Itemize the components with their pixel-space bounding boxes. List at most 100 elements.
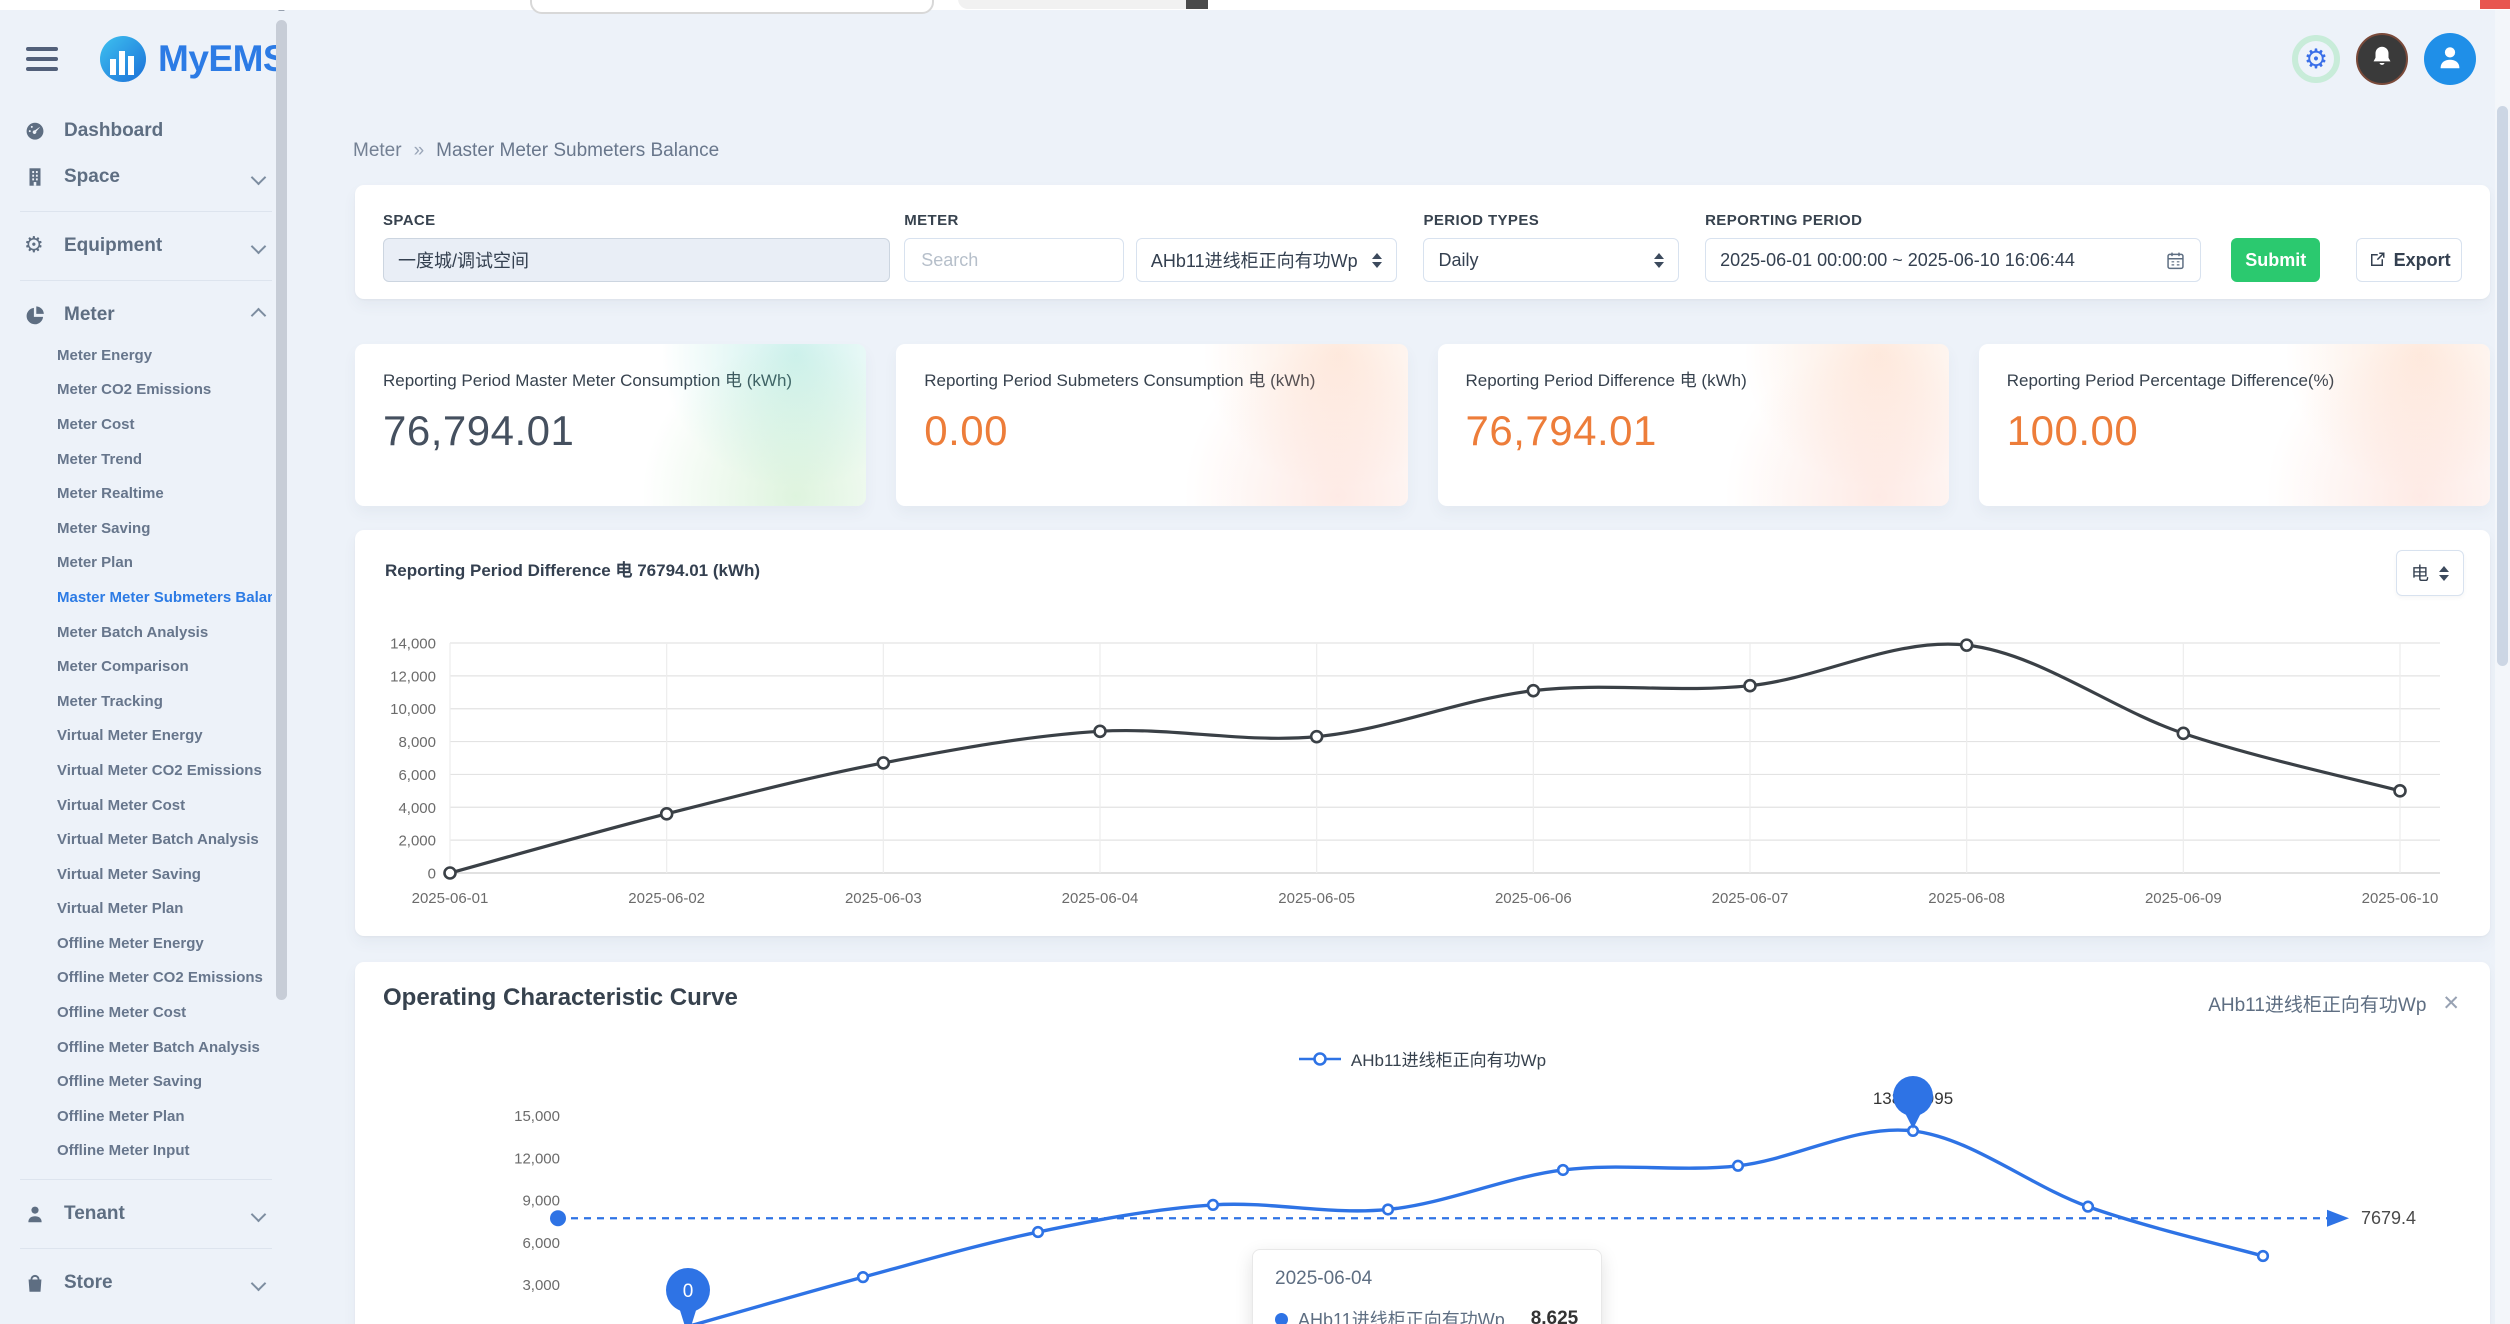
- period-types-select[interactable]: Daily: [1423, 238, 1679, 282]
- sidebar-item-space[interactable]: Space: [0, 154, 292, 200]
- meter-select[interactable]: AHb11进线柜正向有功Wp: [1136, 238, 1398, 282]
- svg-text:0: 0: [428, 866, 436, 883]
- period-types-value: Daily: [1438, 250, 1478, 271]
- sidebar-scrollbar[interactable]: [276, 20, 287, 1000]
- selected-meter-tag: AHb11进线柜正向有功Wp ✕: [2208, 990, 2460, 1017]
- sidebar-subitem-virtual-meter-plan[interactable]: Virtual Meter Plan: [0, 892, 272, 927]
- meter-selected-value: AHb11进线柜正向有功Wp: [1151, 247, 1358, 273]
- sidebar-subitem-offline-meter-energy[interactable]: Offline Meter Energy: [0, 926, 272, 961]
- reporting-difference-chart-card: Reporting Period Difference 电 76794.01 (…: [355, 530, 2490, 936]
- sidebar-divider: [20, 211, 272, 212]
- sidebar-subitem-meter-trend[interactable]: Meter Trend: [0, 442, 272, 477]
- close-icon[interactable]: ✕: [2442, 993, 2460, 1014]
- sidebar-divider: [20, 1248, 272, 1249]
- notifications-button[interactable]: [2356, 33, 2408, 85]
- sidebar-subitem-virtual-meter-saving[interactable]: Virtual Meter Saving: [0, 857, 272, 892]
- browser-top-strip: [0, 0, 2510, 10]
- sidebar-subitem-meter-energy[interactable]: Meter Energy: [0, 338, 272, 373]
- select-arrows-icon: [1362, 253, 1382, 268]
- meter-label: METER: [904, 212, 1124, 229]
- sidebar-subitem-meter-realtime[interactable]: Meter Realtime: [0, 476, 272, 511]
- svg-text:2025-06-03: 2025-06-03: [845, 890, 922, 907]
- svg-text:2025-06-10: 2025-06-10: [2362, 890, 2439, 907]
- submit-button[interactable]: Submit: [2231, 238, 2320, 282]
- calendar-icon[interactable]: [2165, 250, 2186, 271]
- sidebar-subitem-offline-meter-plan[interactable]: Offline Meter Plan: [0, 1099, 272, 1134]
- breadcrumb-current-page: Master Meter Submeters Balance: [436, 140, 719, 162]
- tooltip-series-value: 8,625: [1531, 1308, 1579, 1324]
- sidebar-item-dashboard[interactable]: Dashboard: [0, 108, 292, 154]
- svg-text:8,000: 8,000: [398, 734, 436, 751]
- svg-text:10,000: 10,000: [390, 701, 436, 718]
- svg-text:0: 0: [683, 1281, 694, 1302]
- sidebar-item-meter[interactable]: Meter: [0, 292, 292, 338]
- sidebar-subitem-meter-co2-emissions[interactable]: Meter CO2 Emissions: [0, 373, 272, 408]
- chart2-title: Operating Characteristic Curve: [383, 984, 738, 1012]
- sidebar-divider: [20, 280, 272, 281]
- hamburger-menu-icon[interactable]: [26, 45, 64, 73]
- svg-text:3,000: 3,000: [522, 1277, 560, 1294]
- svg-text:2025-06-08: 2025-06-08: [1928, 890, 2005, 907]
- brand-name: MyEMS: [158, 38, 287, 80]
- export-button[interactable]: Export: [2356, 238, 2462, 282]
- svg-text:2025-06-04: 2025-06-04: [1062, 890, 1139, 907]
- sidebar-subitem-offline-meter-co2-emissions[interactable]: Offline Meter CO2 Emissions: [0, 961, 272, 996]
- sidebar-subitem-meter-plan[interactable]: Meter Plan: [0, 546, 272, 581]
- browser-ui-remnant: [1186, 0, 1208, 9]
- tooltip-series-name: AHb11进线柜正向有功Wp: [1298, 1306, 1505, 1324]
- chevron-down-icon: [251, 1206, 267, 1222]
- sidebar-item-label: Meter: [64, 304, 115, 326]
- energy-unit-value: 电: [2411, 560, 2429, 586]
- sidebar-subitem-offline-meter-saving[interactable]: Offline Meter Saving: [0, 1064, 272, 1099]
- browser-ui-remnant-red: [2480, 0, 2510, 9]
- sidebar-subitem-master-meter-submeters-balance[interactable]: Master Meter Submeters Balance: [0, 580, 272, 615]
- select-arrows-icon: [1644, 253, 1664, 268]
- sidebar-subitem-meter-tracking[interactable]: Meter Tracking: [0, 684, 272, 719]
- reporting-period-value: 2025-06-01 00:00:00 ~ 2025-06-10 16:06:4…: [1720, 250, 2075, 271]
- chart-tooltip: 2025-06-04 AHb11进线柜正向有功Wp 8,625: [1252, 1249, 1602, 1324]
- sidebar-item-store[interactable]: Store: [0, 1260, 292, 1306]
- energy-unit-select[interactable]: 电: [2396, 550, 2464, 596]
- meter-search-input[interactable]: [919, 249, 1109, 272]
- reporting-difference-chart[interactable]: 02,0004,0006,0008,00010,00012,00014,0002…: [385, 598, 2460, 928]
- user-icon: [2435, 42, 2465, 77]
- sidebar-subitem-virtual-meter-co2-emissions[interactable]: Virtual Meter CO2 Emissions: [0, 753, 272, 788]
- sidebar-subitem-offline-meter-batch-analysis[interactable]: Offline Meter Batch Analysis: [0, 1030, 272, 1065]
- page-scrollbar-thumb[interactable]: [2497, 106, 2508, 666]
- submit-label: Submit: [2245, 250, 2306, 271]
- svg-text:4,000: 4,000: [398, 800, 436, 817]
- sidebar-item-equipment[interactable]: ⚙Equipment: [0, 223, 292, 269]
- sidebar-subitem-meter-cost[interactable]: Meter Cost: [0, 407, 272, 442]
- user-menu-button[interactable]: [2424, 33, 2476, 85]
- app-header: MyEMS ⚙: [0, 10, 2510, 108]
- kpi-card-value: 76,794.01: [383, 407, 838, 455]
- sidebar-item-label: Tenant: [64, 1203, 125, 1225]
- sidebar-subitem-meter-saving[interactable]: Meter Saving: [0, 511, 272, 546]
- breadcrumb-meter[interactable]: Meter: [353, 140, 402, 162]
- kpi-card-title: Reporting Period Difference 电 (kWh): [1466, 370, 1886, 393]
- sidebar-item-tenant[interactable]: Tenant: [0, 1191, 292, 1237]
- page-scrollbar[interactable]: [2495, 10, 2510, 1324]
- period-types-label: PERIOD TYPES: [1423, 212, 1679, 229]
- chevron-down-icon: [251, 238, 267, 254]
- chart1-title: Reporting Period Difference 电 76794.01 (…: [385, 556, 760, 581]
- sidebar-subitem-meter-batch-analysis[interactable]: Meter Batch Analysis: [0, 615, 272, 650]
- kpi-card-value: 100.00: [2007, 407, 2462, 455]
- sidebar-subitem-offline-meter-cost[interactable]: Offline Meter Cost: [0, 995, 272, 1030]
- brand-logo[interactable]: MyEMS: [100, 36, 287, 82]
- space-value: 一度城/调试空间: [398, 247, 529, 273]
- sidebar-subitem-virtual-meter-energy[interactable]: Virtual Meter Energy: [0, 719, 272, 754]
- sidebar-subitem-meter-comparison[interactable]: Meter Comparison: [0, 649, 272, 684]
- reporting-period-input[interactable]: 2025-06-01 00:00:00 ~ 2025-06-10 16:06:4…: [1705, 238, 2201, 282]
- chart2-legend[interactable]: AHb11进线柜正向有功Wp: [355, 1046, 2490, 1071]
- sidebar-subitem-virtual-meter-batch-analysis[interactable]: Virtual Meter Batch Analysis: [0, 822, 272, 857]
- chevron-down-icon: [251, 169, 267, 185]
- bag-icon: [24, 1271, 50, 1295]
- space-input[interactable]: 一度城/调试空间: [383, 238, 890, 282]
- settings-button[interactable]: ⚙: [2292, 35, 2340, 83]
- kpi-card: Reporting Period Submeters Consumption 电…: [896, 344, 1407, 506]
- sidebar-subitem-virtual-meter-cost[interactable]: Virtual Meter Cost: [0, 788, 272, 823]
- svg-text:12,000: 12,000: [514, 1150, 560, 1167]
- svg-text:12,000: 12,000: [390, 668, 436, 685]
- sidebar-subitem-offline-meter-input[interactable]: Offline Meter Input: [0, 1134, 272, 1169]
